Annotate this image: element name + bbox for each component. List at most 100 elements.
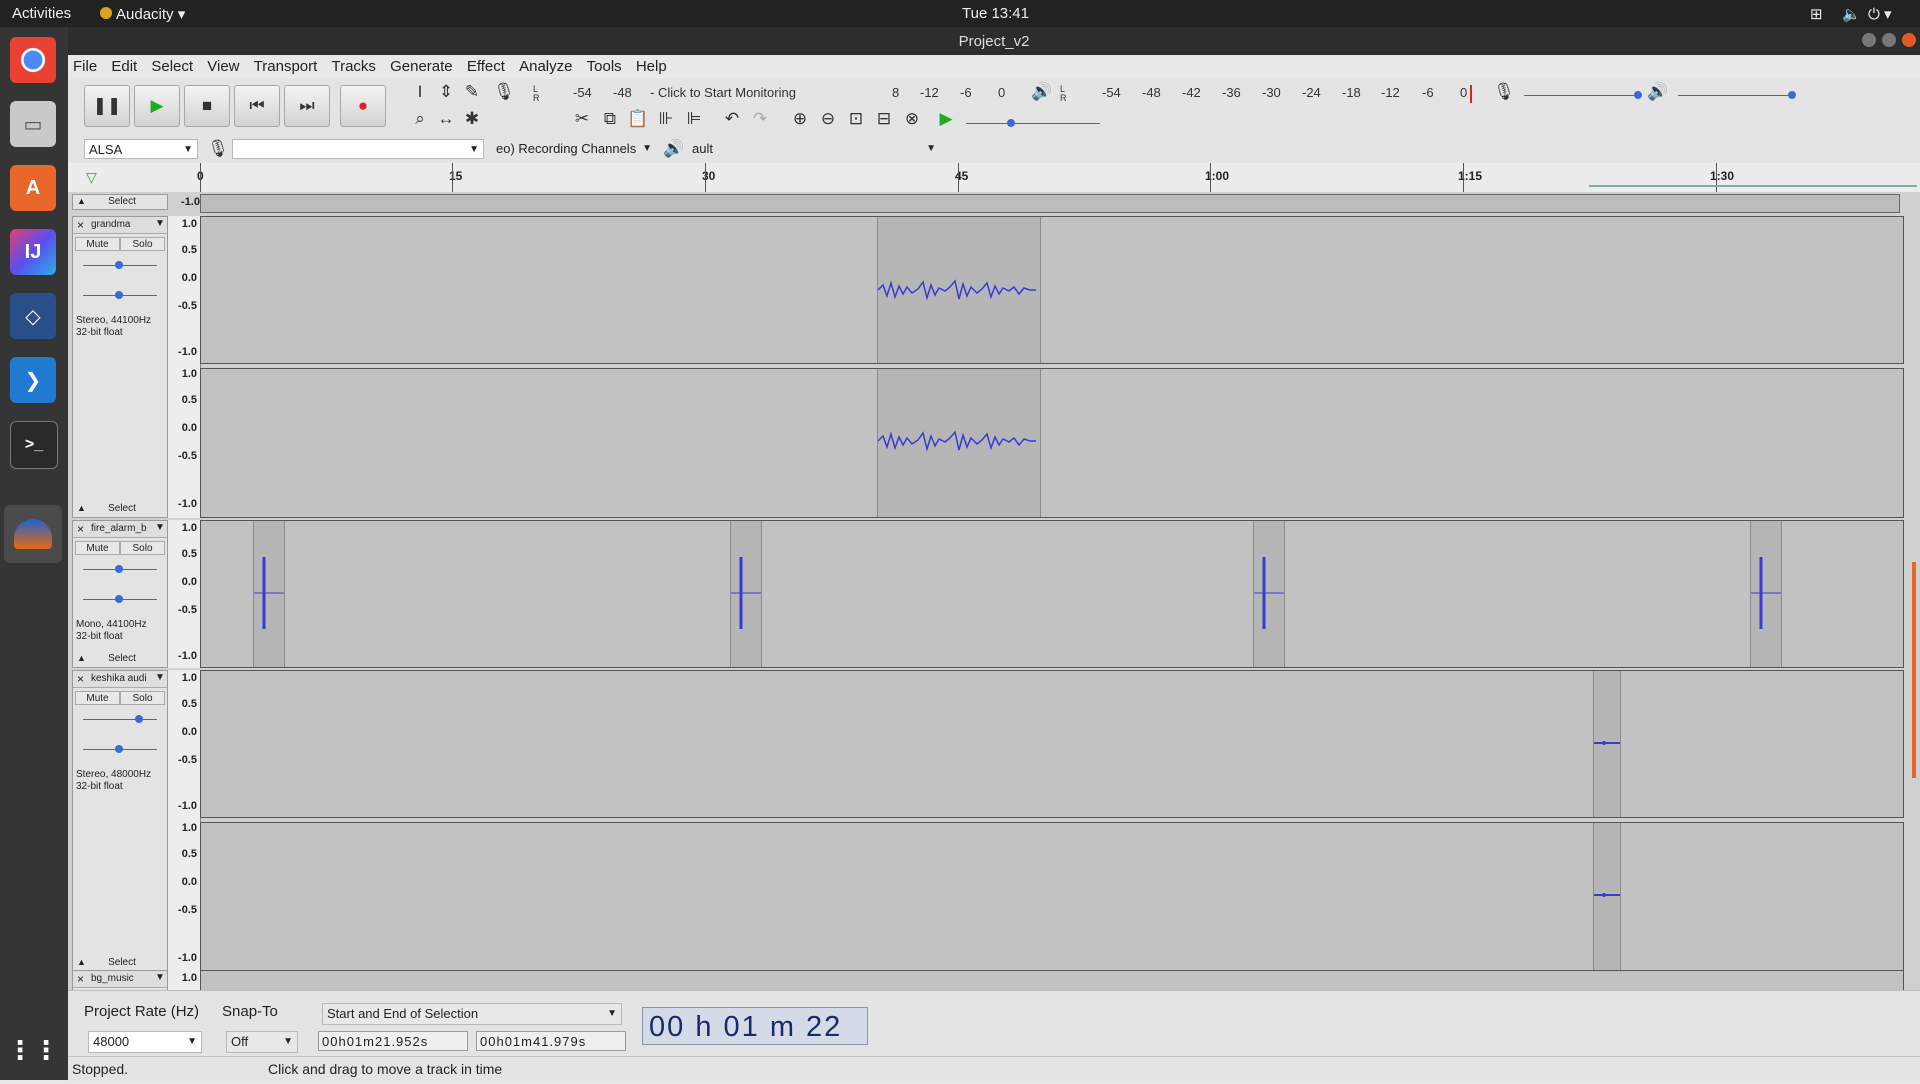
collapse-icon[interactable]: ▲ bbox=[77, 196, 86, 206]
play-at-speed-thumb[interactable] bbox=[1007, 119, 1015, 127]
select-button[interactable]: Select bbox=[97, 196, 147, 207]
audio-clip[interactable] bbox=[253, 521, 285, 667]
selection-start-time[interactable]: 00h01m21.952s bbox=[318, 1031, 468, 1051]
chevron-down-icon[interactable]: ▼ bbox=[155, 972, 165, 983]
zoom-tool-icon[interactable]: ⌕ bbox=[408, 108, 432, 130]
project-rate-select[interactable]: 48000 ▼ bbox=[88, 1031, 202, 1053]
track-bg-music[interactable]: × bg_music ▼ 1.0 bbox=[72, 970, 1904, 990]
menu-transport[interactable]: Transport bbox=[249, 55, 323, 75]
recording-device-select[interactable]: ▼ bbox=[232, 139, 484, 159]
zoom-out-icon[interactable]: ⊖ bbox=[816, 108, 840, 130]
play-button[interactable]: ▶ bbox=[134, 85, 180, 127]
menu-effect[interactable]: Effect bbox=[462, 55, 510, 75]
intellij-icon[interactable]: IJ bbox=[10, 229, 56, 275]
close-icon[interactable]: × bbox=[77, 522, 84, 536]
audio-clip[interactable] bbox=[1750, 521, 1782, 667]
chevron-down-icon[interactable]: ▼ bbox=[155, 672, 165, 683]
select-button[interactable]: Select bbox=[97, 652, 147, 666]
silence-icon[interactable]: ⊫ bbox=[682, 108, 706, 130]
track-control-panel[interactable]: × fire_alarm_b ▼ Mute Solo Mono, 44100Hz… bbox=[72, 520, 168, 668]
record-meter-prompt[interactable]: - Click to Start Monitoring bbox=[650, 85, 796, 100]
menu-generate[interactable]: Generate bbox=[385, 55, 458, 75]
waveform-channel-mono[interactable] bbox=[200, 520, 1904, 668]
skip-start-button[interactable]: ⏮ bbox=[234, 85, 280, 127]
collapse-icon[interactable]: ▲ bbox=[77, 653, 86, 663]
timeshift-tool-icon[interactable]: ↔ bbox=[434, 108, 458, 130]
network-icon[interactable]: ⊞ bbox=[1810, 5, 1823, 23]
app-menu[interactable]: Audacity ▾ bbox=[100, 5, 185, 23]
track-name-bar[interactable]: × bg_music ▼ bbox=[73, 971, 167, 988]
paste-icon[interactable]: 📋 bbox=[626, 108, 650, 130]
file-manager-icon[interactable]: ▭ bbox=[10, 101, 56, 147]
playback-volume-thumb[interactable] bbox=[1788, 91, 1796, 99]
track-name-bar[interactable]: × grandma ▼ bbox=[73, 217, 167, 234]
pan-thumb[interactable] bbox=[115, 595, 123, 603]
fit-selection-icon[interactable]: ⊡ bbox=[844, 108, 868, 130]
timeline-strip[interactable] bbox=[200, 194, 1900, 213]
track-control-panel[interactable]: × keshika audi ▼ Mute Solo Stereo, 48000… bbox=[72, 670, 168, 972]
stop-button[interactable]: ■ bbox=[184, 85, 230, 127]
mute-button[interactable]: Mute bbox=[75, 541, 120, 555]
close-window-button[interactable] bbox=[1902, 33, 1916, 47]
snap-to-select[interactable]: Off ▼ bbox=[226, 1031, 298, 1053]
track-name-bar[interactable]: × fire_alarm_b ▼ bbox=[73, 521, 167, 538]
gain-thumb[interactable] bbox=[115, 261, 123, 269]
track-keshika-audio[interactable]: × keshika audi ▼ Mute Solo Stereo, 48000… bbox=[72, 670, 1904, 972]
pan-thumb[interactable] bbox=[115, 291, 123, 299]
waveform-channel-right[interactable] bbox=[200, 822, 1904, 972]
gain-thumb[interactable] bbox=[115, 565, 123, 573]
virtualbox-icon[interactable]: ◇ bbox=[10, 293, 56, 339]
zoom-toggle-icon[interactable]: ⊗ bbox=[900, 108, 924, 130]
vertical-scrollbar[interactable] bbox=[1912, 562, 1916, 778]
mute-button[interactable]: Mute bbox=[75, 691, 120, 705]
waveform-channel-right[interactable] bbox=[200, 368, 1904, 518]
playback-volume-slider[interactable] bbox=[1678, 95, 1792, 96]
close-icon[interactable]: × bbox=[77, 972, 84, 986]
track-name[interactable]: fire_alarm_b bbox=[91, 523, 147, 534]
gain-thumb[interactable] bbox=[135, 715, 143, 723]
audacity-dock-icon[interactable] bbox=[4, 505, 62, 563]
track-control-panel[interactable]: × bg_music ▼ bbox=[72, 970, 168, 990]
menu-edit[interactable]: Edit bbox=[106, 55, 142, 75]
copy-icon[interactable]: ⧉ bbox=[598, 108, 622, 130]
envelope-tool-icon[interactable]: ⇕ bbox=[434, 81, 458, 103]
play-at-speed-slider[interactable] bbox=[966, 123, 1100, 124]
menu-tracks[interactable]: Tracks bbox=[326, 55, 380, 75]
loop-region-bar[interactable] bbox=[1589, 185, 1917, 187]
vscode-icon[interactable]: ❯ bbox=[10, 357, 56, 403]
audio-host-select[interactable]: ALSA ▼ bbox=[84, 139, 198, 159]
recording-volume-thumb[interactable] bbox=[1634, 91, 1642, 99]
select-button[interactable]: Select bbox=[97, 502, 147, 516]
clock[interactable]: Tue 13:41 bbox=[962, 5, 1029, 22]
audio-clip[interactable] bbox=[877, 369, 1041, 517]
speaker-icon[interactable]: 🔊 bbox=[1030, 81, 1054, 103]
collapse-icon[interactable]: ▲ bbox=[77, 957, 86, 967]
undo-icon[interactable]: ↶ bbox=[720, 108, 744, 130]
waveform-channel-left[interactable] bbox=[200, 970, 1904, 990]
play-at-speed-icon[interactable]: ▶ bbox=[934, 108, 958, 130]
show-applications-icon[interactable]: ⋮⋮ bbox=[7, 1027, 59, 1073]
playback-device-select[interactable]: ault ▼ bbox=[688, 139, 940, 159]
minimize-button[interactable] bbox=[1862, 33, 1876, 47]
audio-clip[interactable] bbox=[1253, 521, 1285, 667]
chevron-down-icon[interactable]: ▼ bbox=[155, 218, 165, 229]
gain-slider[interactable] bbox=[83, 719, 157, 720]
menu-help[interactable]: Help bbox=[631, 55, 672, 75]
menu-view[interactable]: View bbox=[202, 55, 244, 75]
close-icon[interactable]: × bbox=[77, 218, 84, 232]
terminal-icon[interactable]: >_ bbox=[10, 421, 58, 469]
redo-icon[interactable]: ↷ bbox=[748, 108, 772, 130]
activities-button[interactable]: Activities bbox=[12, 5, 71, 22]
recording-volume-slider[interactable] bbox=[1524, 95, 1638, 96]
skip-end-button[interactable]: ⏭ bbox=[284, 85, 330, 127]
power-icon[interactable]: ⏻ ▾ bbox=[1868, 5, 1892, 23]
track-name[interactable]: keshika audi bbox=[91, 673, 147, 684]
menu-tools[interactable]: Tools bbox=[582, 55, 627, 75]
software-center-icon[interactable]: A bbox=[10, 165, 56, 211]
collapse-icon[interactable]: ▲ bbox=[77, 503, 86, 513]
audio-clip[interactable] bbox=[1593, 823, 1621, 971]
draw-tool-icon[interactable]: ✎ bbox=[460, 81, 484, 103]
solo-button[interactable]: Solo bbox=[120, 237, 165, 251]
audio-clip[interactable] bbox=[877, 217, 1041, 363]
waveform-channel-left[interactable] bbox=[200, 670, 1904, 818]
